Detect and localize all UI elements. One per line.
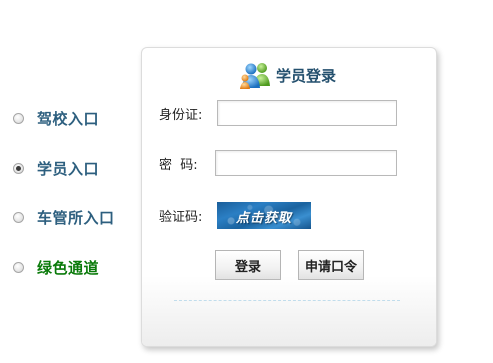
password-input[interactable] xyxy=(215,150,397,176)
id-card-label: 身份证: xyxy=(159,107,203,123)
entry-green-channel[interactable]: 绿色通道 xyxy=(13,257,99,278)
captcha-text: 点击获取 xyxy=(235,211,292,226)
captcha-label: 验证码: xyxy=(159,210,203,225)
radio-green-channel[interactable] xyxy=(13,262,24,273)
captcha-image[interactable]: 点击获取 xyxy=(217,202,311,229)
entry-vehicle-office-label: 车管所入口 xyxy=(37,209,115,227)
radio-student[interactable] xyxy=(13,163,24,174)
login-panel-title: 学员登录 xyxy=(276,66,337,85)
id-card-input[interactable] xyxy=(217,100,397,126)
login-button[interactable]: 登录 xyxy=(215,250,281,280)
login-buttons: 登录 申请口令 xyxy=(215,250,364,280)
password-row: 密 码: xyxy=(159,150,397,176)
dashed-divider xyxy=(174,300,400,301)
entry-vehicle-office[interactable]: 车管所入口 xyxy=(13,207,115,228)
entry-student-label: 学员入口 xyxy=(37,160,100,178)
entry-green-channel-label: 绿色通道 xyxy=(37,259,100,277)
login-panel-header: 学员登录 xyxy=(240,60,336,90)
entry-student[interactable]: 学员入口 xyxy=(13,158,99,179)
captcha-row: 验证码: 点击获取 xyxy=(159,202,311,229)
password-label: 密 码: xyxy=(159,157,198,173)
login-panel: 学员登录 身份证: 密 码: 验证码: 点击获取 登录 申请口令 xyxy=(141,47,437,347)
apply-password-button[interactable]: 申请口令 xyxy=(298,250,364,280)
radio-driving-school[interactable] xyxy=(13,113,24,124)
entry-driving-school[interactable]: 驾校入口 xyxy=(13,108,99,129)
radio-vehicle-office[interactable] xyxy=(13,212,24,223)
id-card-row: 身份证: xyxy=(159,100,397,126)
users-icon xyxy=(240,60,272,90)
entry-driving-school-label: 驾校入口 xyxy=(37,110,100,128)
